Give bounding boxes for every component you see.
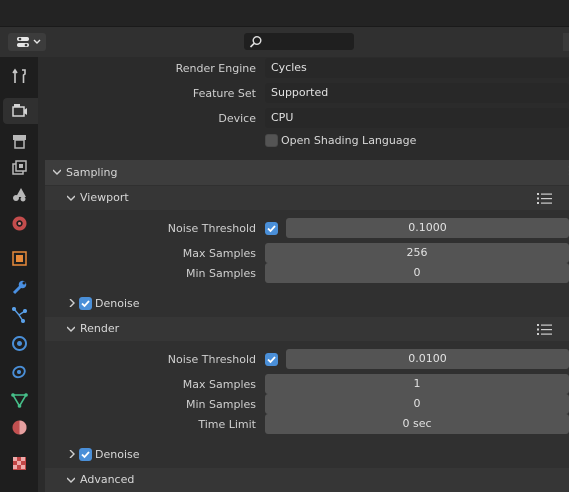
viewport-denoise-label: Denoise (95, 297, 140, 310)
viewport-max-samples-label: Max Samples (182, 247, 256, 260)
render-min-samples-label: Min Samples (186, 398, 256, 411)
material-icon[interactable] (11, 419, 28, 436)
data-icon[interactable] (11, 392, 28, 409)
presets-icon[interactable] (537, 323, 553, 336)
viewport-noise-threshold-checkbox[interactable] (265, 222, 278, 235)
render-subpanel-header[interactable]: Render (45, 317, 569, 341)
particles-icon[interactable] (11, 306, 28, 323)
presets-icon[interactable] (537, 192, 553, 205)
checkmark-icon (267, 356, 276, 364)
chevron-right-icon (69, 450, 75, 458)
tool-icon[interactable] (11, 68, 28, 85)
render-min-samples-field[interactable]: 0 (265, 394, 569, 414)
render-title: Render (80, 322, 120, 335)
render-max-samples-field[interactable]: 1 (265, 374, 569, 394)
editor-type-icon (17, 37, 41, 47)
render-icon[interactable] (11, 102, 28, 119)
scene-icon[interactable] (11, 186, 28, 203)
physics-icon[interactable] (11, 335, 28, 352)
chevron-down-icon (67, 326, 75, 332)
render-denoise-label: Denoise (95, 448, 140, 461)
viewport-denoise-checkbox[interactable] (79, 297, 92, 310)
chevron-down-icon (53, 169, 61, 175)
viewport-min-samples-label: Min Samples (186, 267, 256, 280)
checkmark-icon (81, 451, 90, 459)
viewport-min-samples-field[interactable]: 0 (265, 263, 569, 283)
output-icon[interactable] (11, 133, 28, 150)
device-label: Device (218, 112, 256, 125)
constraints-icon[interactable] (11, 363, 28, 380)
render-max-samples-label: Max Samples (182, 378, 256, 391)
chevron-down-icon (67, 477, 75, 483)
viewport-subpanel-header[interactable]: Viewport (45, 186, 569, 210)
render-engine-select[interactable]: Cycles (265, 58, 569, 78)
sampling-panel-header[interactable]: Sampling ⋮ (45, 160, 569, 185)
checkmark-icon (81, 300, 90, 308)
render-noise-threshold-label: Noise Threshold (167, 353, 256, 366)
viewport-noise-threshold-label: Noise Threshold (167, 222, 256, 235)
feature-set-select[interactable]: Supported (265, 83, 569, 103)
render-denoise-subpanel-header[interactable]: Denoise (45, 442, 569, 466)
device-select[interactable]: CPU (265, 108, 569, 128)
drag-handle-icon[interactable]: ⋮ (564, 164, 569, 177)
view-layer-icon[interactable] (11, 159, 28, 176)
viewport-title: Viewport (80, 191, 129, 204)
checkmark-icon (267, 225, 276, 233)
render-noise-threshold-checkbox[interactable] (265, 353, 278, 366)
object-icon[interactable] (11, 250, 28, 267)
render-time-limit-field[interactable]: 0 sec (265, 414, 569, 434)
render-time-limit-label: Time Limit (198, 418, 256, 431)
render-noise-threshold-field[interactable]: 0.0100 (286, 349, 569, 369)
sampling-title: Sampling (66, 166, 118, 179)
feature-set-label: Feature Set (192, 87, 256, 100)
top-bar (0, 0, 569, 27)
chevron-down-icon (67, 195, 75, 201)
viewport-noise-threshold-field[interactable]: 0.1000 (286, 218, 569, 238)
chevron-right-icon (69, 299, 75, 307)
texture-icon[interactable] (11, 455, 28, 472)
editor-type-button[interactable] (8, 33, 46, 51)
search-icon (249, 36, 262, 48)
viewport-denoise-subpanel-header[interactable]: Denoise (45, 291, 569, 315)
world-icon[interactable] (11, 215, 28, 232)
viewport-max-samples-field[interactable]: 256 (265, 243, 569, 263)
osl-checkbox[interactable] (265, 134, 278, 147)
render-engine-label: Render Engine (175, 62, 256, 75)
osl-label: Open Shading Language (281, 134, 417, 147)
advanced-title: Advanced (80, 473, 135, 486)
modifier-icon[interactable] (11, 279, 28, 296)
header-edge (563, 33, 569, 51)
render-denoise-checkbox[interactable] (79, 448, 92, 461)
advanced-subpanel-header[interactable]: Advanced (45, 468, 569, 492)
properties-tabs (0, 57, 38, 492)
